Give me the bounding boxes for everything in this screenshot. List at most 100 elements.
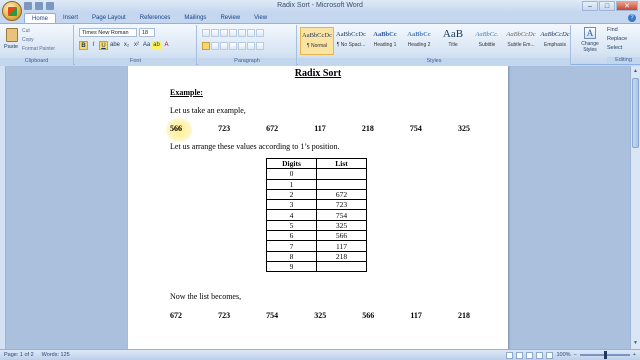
scroll-thumb[interactable] bbox=[632, 78, 639, 148]
bold-button[interactable]: B bbox=[79, 41, 88, 50]
tab-review[interactable]: Review bbox=[213, 13, 247, 23]
zoom-slider[interactable] bbox=[579, 351, 630, 359]
tab-references[interactable]: References bbox=[133, 13, 178, 23]
minimize-button[interactable]: – bbox=[582, 1, 598, 11]
zoom-out-icon[interactable]: − bbox=[574, 350, 577, 360]
align-right-icon[interactable] bbox=[220, 42, 228, 50]
style-heading-2[interactable]: AaBbCc Heading 2 bbox=[402, 27, 436, 55]
table-row: 8 218 bbox=[266, 250, 367, 262]
table-cell: 566 bbox=[316, 230, 367, 242]
table-row: 0 bbox=[266, 168, 367, 180]
document-heading: Radix Sort bbox=[294, 68, 342, 79]
font-group-label: Font bbox=[75, 58, 196, 65]
font-size-select[interactable]: 18 bbox=[139, 28, 155, 37]
bullets-icon[interactable] bbox=[202, 29, 210, 37]
web-layout-icon[interactable] bbox=[526, 351, 534, 359]
intro-text: Let us take an example, bbox=[170, 106, 246, 115]
line-spacing-icon[interactable] bbox=[238, 42, 246, 50]
select-button[interactable]: Select bbox=[607, 44, 627, 53]
style-normal[interactable]: AaBbCcDc ¶ Normal bbox=[300, 27, 334, 55]
highlight-button[interactable]: ab bbox=[152, 41, 161, 50]
document-page[interactable]: Radix Sort Example: Let us take an examp… bbox=[128, 66, 508, 349]
underline-button[interactable]: U bbox=[99, 41, 108, 50]
paragraph-group-label: Paragraph bbox=[198, 58, 296, 65]
table-row: 4 754 bbox=[266, 209, 367, 221]
paste-button[interactable]: Paste bbox=[4, 44, 18, 50]
align-left-icon[interactable] bbox=[202, 42, 210, 50]
table-cell bbox=[316, 178, 367, 190]
paste-icon[interactable] bbox=[6, 28, 18, 42]
office-button[interactable] bbox=[2, 1, 22, 21]
maximize-button[interactable]: □ bbox=[599, 1, 615, 11]
draft-icon[interactable] bbox=[546, 351, 554, 359]
tab-insert[interactable]: Insert bbox=[56, 13, 85, 23]
paragraph-group: Paragraph bbox=[198, 25, 297, 65]
tab-mailings[interactable]: Mailings bbox=[177, 13, 213, 23]
full-screen-icon[interactable] bbox=[516, 351, 524, 359]
font-color-button[interactable]: A bbox=[162, 41, 171, 50]
style-preview: AaBbCcDc bbox=[336, 31, 366, 38]
table-header: Digits bbox=[266, 157, 317, 170]
numbering-icon[interactable] bbox=[211, 29, 219, 37]
style-emphasis[interactable]: AaBbCcDc Emphasis bbox=[538, 27, 572, 55]
table-row: 6 566 bbox=[266, 230, 367, 242]
digits-table: Digits List 0 1 2 672 3 723 4 754 5 325 6 566… bbox=[266, 157, 367, 273]
style-no-spacing[interactable]: AaBbCcDc ¶ No Spaci... bbox=[334, 27, 368, 55]
table-row: 2 672 bbox=[266, 188, 367, 201]
sort-icon[interactable] bbox=[247, 29, 255, 37]
style-subtitle[interactable]: AaBbCc. Subtitle bbox=[470, 27, 504, 55]
style-heading-1[interactable]: AaBbCc Heading 1 bbox=[368, 27, 402, 55]
italic-button[interactable]: I bbox=[89, 41, 98, 50]
style-preview: AaBbCcDc bbox=[540, 31, 570, 38]
scroll-down-icon[interactable]: ▼ bbox=[632, 340, 639, 347]
shading-icon[interactable] bbox=[247, 42, 255, 50]
increase-indent-icon[interactable] bbox=[238, 29, 246, 37]
style-preview: AaBbCc bbox=[373, 31, 397, 38]
copy-button[interactable]: Copy bbox=[22, 36, 55, 45]
tab-view[interactable]: View bbox=[247, 13, 274, 23]
word-count[interactable]: Words: 125 bbox=[42, 350, 70, 360]
clipboard-group: Paste Cut Copy Format Painter Clipboard bbox=[0, 25, 74, 65]
tab-home[interactable]: Home bbox=[24, 13, 57, 23]
font-name-select[interactable]: Times New Roman bbox=[79, 28, 137, 37]
style-name: Emphasis bbox=[544, 42, 566, 48]
zoom-in-icon[interactable]: + bbox=[633, 350, 636, 360]
vertical-scrollbar[interactable]: ▲ ▼ bbox=[630, 66, 640, 349]
find-button[interactable]: Find bbox=[607, 26, 627, 35]
style-subtle-emphasis[interactable]: AaBbCcDc Subtle Em... bbox=[504, 27, 538, 55]
print-layout-icon[interactable] bbox=[506, 351, 514, 359]
cut-button[interactable]: Cut bbox=[22, 27, 55, 36]
subscript-button[interactable]: x₂ bbox=[122, 41, 131, 50]
table-cell: 1 bbox=[266, 178, 317, 190]
justify-icon[interactable] bbox=[229, 42, 237, 50]
number-item: 325 bbox=[314, 311, 327, 320]
change-case-button[interactable]: Aa bbox=[142, 41, 151, 50]
superscript-button[interactable]: x² bbox=[132, 41, 141, 50]
number-item: 566 bbox=[362, 311, 375, 320]
format-painter-button[interactable]: Format Painter bbox=[22, 45, 55, 54]
style-preview: AaBbCcDc bbox=[506, 31, 536, 38]
align-center-icon[interactable] bbox=[211, 42, 219, 50]
change-styles-button[interactable]: A Change Styles bbox=[575, 26, 605, 53]
multilevel-list-icon[interactable] bbox=[220, 29, 228, 37]
page-count[interactable]: Page: 1 of 2 bbox=[4, 350, 34, 360]
tab-page-layout[interactable]: Page Layout bbox=[85, 13, 133, 23]
table-header-row: Digits List bbox=[266, 157, 367, 170]
zoom-level[interactable]: 100% bbox=[556, 350, 570, 360]
decrease-indent-icon[interactable] bbox=[229, 29, 237, 37]
styles-group-label: Styles bbox=[298, 58, 570, 65]
close-button[interactable]: ✕ bbox=[616, 1, 638, 11]
table-cell: 723 bbox=[316, 199, 367, 211]
help-icon[interactable]: ? bbox=[628, 14, 636, 22]
number-item: 723 bbox=[218, 311, 231, 320]
outline-icon[interactable] bbox=[536, 351, 544, 359]
strikethrough-button[interactable]: abe bbox=[109, 41, 121, 50]
style-name: Heading 2 bbox=[407, 42, 431, 48]
scroll-up-icon[interactable]: ▲ bbox=[632, 68, 639, 75]
replace-button[interactable]: Replace bbox=[607, 35, 627, 44]
style-title[interactable]: AaB Title bbox=[436, 27, 470, 55]
zoom-knob[interactable] bbox=[603, 351, 607, 359]
table-cell: 7 bbox=[266, 240, 317, 252]
show-marks-icon[interactable] bbox=[256, 29, 264, 37]
borders-icon[interactable] bbox=[256, 42, 264, 50]
